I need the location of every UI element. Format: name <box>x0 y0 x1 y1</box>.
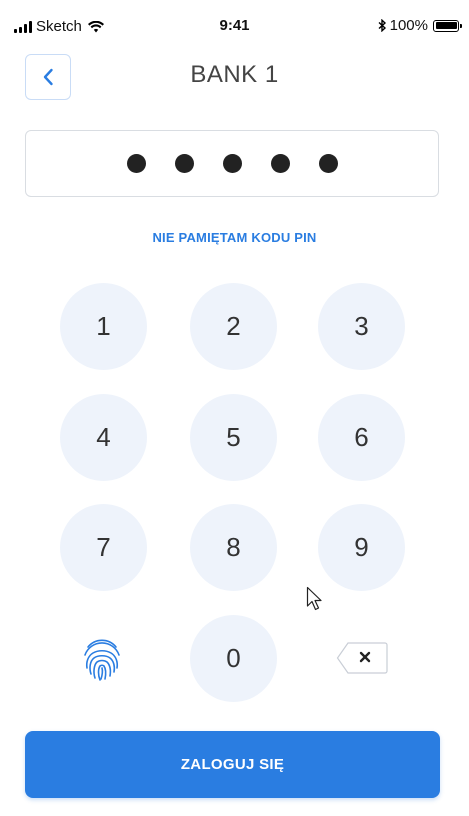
status-bar: Sketch 9:41 100% <box>0 0 469 48</box>
keypad-key-2[interactable]: 2 <box>190 283 277 370</box>
forgot-pin-link[interactable]: NIE PAMIĘTAM KODU PIN <box>0 230 469 245</box>
login-button[interactable]: ZALOGUJ SIĘ <box>25 731 440 798</box>
fingerprint-button[interactable] <box>78 636 126 684</box>
keypad-key-7[interactable]: 7 <box>60 504 147 591</box>
keypad-key-9[interactable]: 9 <box>318 504 405 591</box>
battery-icon <box>433 19 462 32</box>
pin-dot <box>222 154 242 173</box>
page-title: BANK 1 <box>190 61 279 88</box>
keypad-key-1[interactable]: 1 <box>60 283 147 370</box>
keypad-key-6[interactable]: 6 <box>318 394 405 481</box>
keypad-key-3[interactable]: 3 <box>318 283 405 370</box>
mouse-cursor-icon <box>306 586 322 611</box>
keypad-key-5[interactable]: 5 <box>190 394 277 481</box>
pin-dot <box>270 154 290 173</box>
keypad-key-4[interactable]: 4 <box>60 394 147 481</box>
pin-dot <box>174 154 194 173</box>
bluetooth-icon <box>378 19 386 32</box>
backspace-button[interactable] <box>336 642 388 674</box>
pin-dot <box>126 154 146 173</box>
battery-percentage: 100% <box>389 17 428 34</box>
status-bar-battery-group: 100% <box>378 17 462 34</box>
pin-dot <box>318 154 338 173</box>
keypad-key-0[interactable]: 0 <box>190 615 277 702</box>
fingerprint-icon <box>84 639 120 681</box>
keypad-key-8[interactable]: 8 <box>190 504 277 591</box>
pin-input-field[interactable] <box>25 130 439 197</box>
